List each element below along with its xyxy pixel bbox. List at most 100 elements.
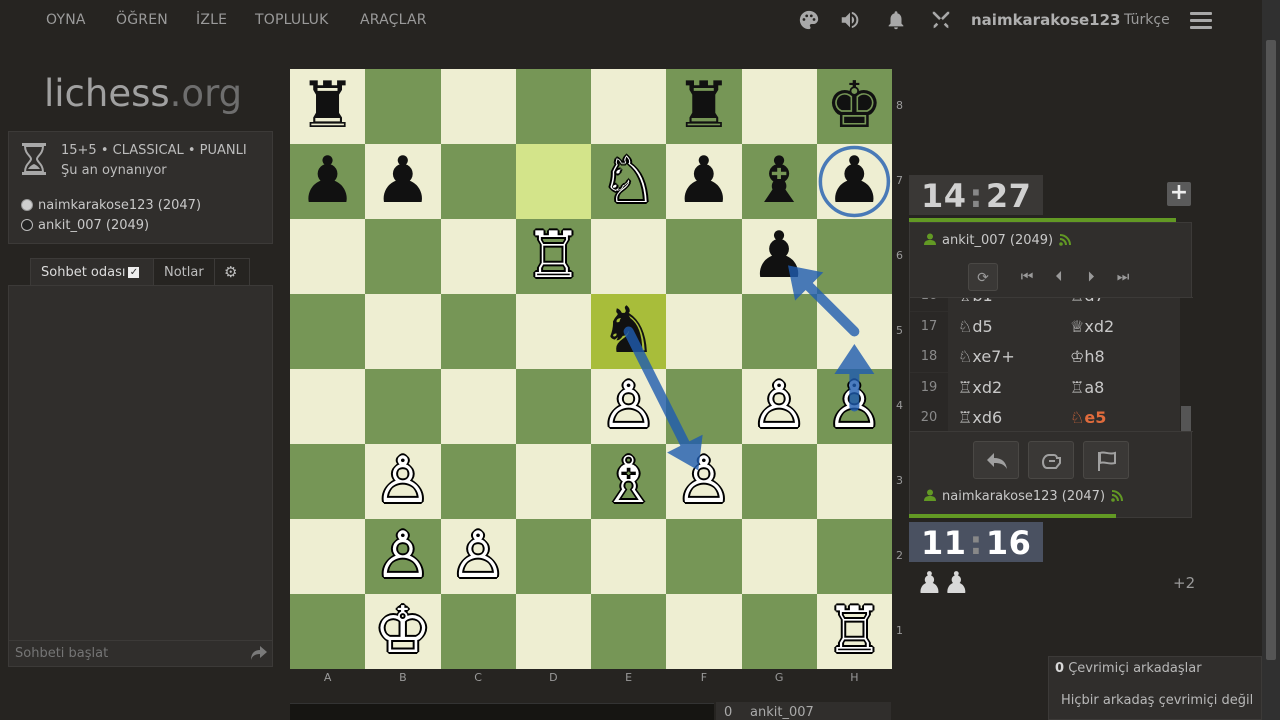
friends-header[interactable]: 0 Çevrimiçi arkadaşlar	[1055, 661, 1202, 676]
square-d4[interactable]	[515, 369, 591, 444]
square-f5[interactable]	[666, 294, 742, 369]
offer-draw-button[interactable]	[1028, 441, 1074, 479]
white-move[interactable]: ♖xd6	[958, 403, 1002, 431]
flip-board-icon[interactable]: ⟳	[968, 263, 998, 291]
nav-play[interactable]: OYNA	[46, 12, 86, 28]
takeback-button[interactable]	[973, 441, 1019, 479]
square-c7[interactable]	[440, 144, 516, 219]
black-knight-e5[interactable]: ♞	[591, 294, 666, 369]
square-a5[interactable]	[290, 294, 366, 369]
square-e2[interactable]	[591, 519, 667, 594]
send-icon[interactable]	[250, 645, 268, 661]
white-move[interactable]: ♖xd2	[958, 373, 1002, 403]
square-h5[interactable]	[816, 294, 892, 369]
square-c5[interactable]	[440, 294, 516, 369]
square-e6[interactable]	[591, 219, 667, 294]
black-pawn-f7[interactable]: ♟	[666, 144, 741, 219]
white-pawn-c2[interactable]: ♙	[441, 519, 516, 594]
black-move[interactable]: ♔h8	[1070, 342, 1105, 372]
square-f4[interactable]	[666, 369, 742, 444]
black-move[interactable]: ♖d7	[1070, 298, 1105, 311]
black-pawn-b7[interactable]: ♟	[365, 144, 440, 219]
square-c8[interactable]	[440, 69, 516, 144]
square-b8[interactable]	[365, 69, 441, 144]
square-a3[interactable]	[290, 444, 366, 519]
square-a4[interactable]	[290, 369, 366, 444]
bottom-player-name[interactable]: naimkarakose123 (2047)	[924, 489, 1124, 504]
white-pawn-b3[interactable]: ♙	[365, 444, 440, 519]
crossed-swords-icon[interactable]	[929, 9, 953, 33]
square-d1[interactable]	[515, 594, 591, 669]
square-f1[interactable]	[666, 594, 742, 669]
white-move[interactable]: ♗b1	[958, 298, 993, 311]
black-move[interactable]: ♕xd2	[1070, 312, 1114, 342]
black-king-h8[interactable]: ♚	[817, 69, 892, 144]
site-logo[interactable]: lichess.org	[44, 72, 242, 115]
bell-icon[interactable]	[884, 9, 908, 33]
black-pawn-h7[interactable]: ♟	[817, 144, 892, 219]
square-d7[interactable]	[515, 144, 591, 219]
white-pawn-b2[interactable]: ♙	[365, 519, 440, 594]
move-list-scrollbar[interactable]	[1180, 298, 1192, 431]
chat-input[interactable]	[8, 640, 273, 667]
square-b6[interactable]	[365, 219, 441, 294]
current-move[interactable]: ♘e5	[1070, 403, 1106, 431]
nav-tools[interactable]: ARAÇLAR	[360, 12, 427, 28]
add-time-button[interactable]: +	[1167, 182, 1191, 206]
square-e8[interactable]	[591, 69, 667, 144]
white-pawn-h4[interactable]: ♙	[817, 369, 892, 444]
move-list[interactable]: 16 ♗b1 ♖d7 17 ♘d5 ♕xd2 18 ♘xe7+ ♔h8 19 ♖xd2 ♖a8 20 ♖x…	[910, 297, 1193, 432]
top-player-name[interactable]: ankit_007 (2049)	[924, 233, 1072, 248]
square-g5[interactable]	[741, 294, 817, 369]
white-rook-d6[interactable]: ♖	[516, 219, 591, 294]
square-c3[interactable]	[440, 444, 516, 519]
square-g8[interactable]	[741, 69, 817, 144]
square-h3[interactable]	[816, 444, 892, 519]
square-f6[interactable]	[666, 219, 742, 294]
black-rook-f8[interactable]: ♜	[666, 69, 741, 144]
menu-icon[interactable]	[1190, 12, 1212, 30]
square-e1[interactable]	[591, 594, 667, 669]
language-selector[interactable]: Türkçe	[1124, 12, 1170, 28]
first-move-icon[interactable]: ⏮	[1012, 263, 1042, 291]
black-move[interactable]: ♖a8	[1070, 373, 1104, 403]
square-b5[interactable]	[365, 294, 441, 369]
square-g1[interactable]	[741, 594, 817, 669]
white-knight-e7[interactable]: ♘	[591, 144, 666, 219]
user-menu[interactable]: naimkarakose123	[971, 11, 1120, 29]
white-move[interactable]: ♘d5	[958, 312, 993, 342]
tab-notes[interactable]: Notlar	[153, 258, 215, 286]
last-move-icon[interactable]: ⏭	[1108, 263, 1138, 291]
sound-icon[interactable]	[838, 9, 862, 33]
square-d2[interactable]	[515, 519, 591, 594]
square-d8[interactable]	[515, 69, 591, 144]
white-bishop-e3[interactable]: ♗	[591, 444, 666, 519]
black-pawn-a7[interactable]: ♟	[290, 144, 365, 219]
square-g2[interactable]	[741, 519, 817, 594]
white-pawn-g4[interactable]: ♙	[742, 369, 817, 444]
black-bishop-g7[interactable]: ♝	[742, 144, 817, 219]
square-d3[interactable]	[515, 444, 591, 519]
square-c4[interactable]	[440, 369, 516, 444]
check-icon[interactable]: ✓	[128, 267, 140, 278]
page-scrollbar[interactable]	[1262, 0, 1280, 720]
square-c6[interactable]	[440, 219, 516, 294]
chess-board[interactable]: ♜ ♜ ♚ ♟ ♟ ♘ ♟ ♝ ♟ ♖ ♟ ♞ ♙ ♙ ♙ ♙ ♗ ♙ ♙ ♙ ♔ ♖	[290, 69, 892, 669]
black-player-link[interactable]: ankit_007 (2049)	[21, 218, 149, 233]
white-player-link[interactable]: naimkarakose123 (2047)	[21, 198, 201, 213]
nav-learn[interactable]: ÖĞREN	[116, 12, 168, 28]
tab-chat-room[interactable]: Sohbet odası ✓	[30, 258, 154, 286]
white-move[interactable]: ♘xe7+	[958, 342, 1015, 372]
friends-box[interactable]: 0 Çevrimiçi arkadaşlar Hiçbir arkadaş çe…	[1048, 656, 1262, 720]
white-pawn-f3[interactable]: ♙	[666, 444, 741, 519]
square-f2[interactable]	[666, 519, 742, 594]
square-a6[interactable]	[290, 219, 366, 294]
white-pawn-e4[interactable]: ♙	[591, 369, 666, 444]
white-king-b1[interactable]: ♔	[365, 594, 440, 669]
chat-settings-icon[interactable]: ⚙	[214, 258, 250, 286]
nav-community[interactable]: TOPLULUK	[255, 12, 329, 28]
palette-icon[interactable]	[797, 9, 821, 33]
black-rook-a8[interactable]: ♜	[290, 69, 365, 144]
square-h6[interactable]	[816, 219, 892, 294]
white-rook-h1[interactable]: ♖	[817, 594, 892, 669]
